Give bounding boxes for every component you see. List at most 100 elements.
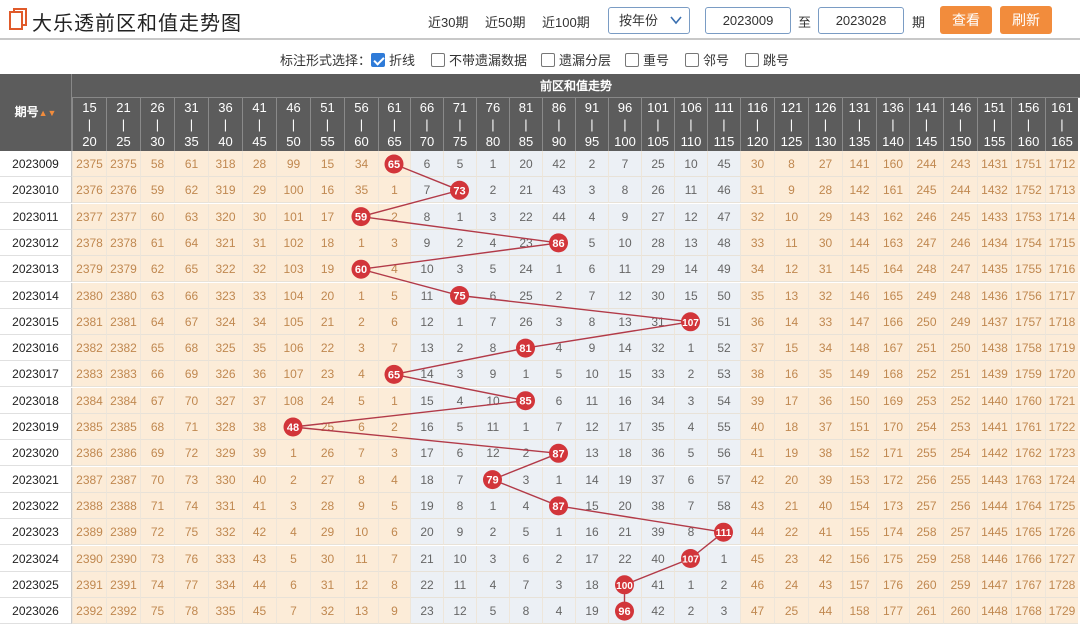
checkbox[interactable] (685, 53, 699, 67)
missing-count-cell: 4 (344, 361, 378, 388)
checkbox[interactable] (745, 53, 759, 67)
refresh-button[interactable]: 刷新 (1000, 6, 1052, 34)
range-column-header: 131 | 135 (842, 98, 876, 151)
range-sep: | (590, 117, 594, 132)
missing-count-cell: 74 (140, 571, 174, 598)
option-skip-number[interactable]: 跳号 (745, 50, 789, 69)
missing-count-cell: 1438 (977, 335, 1011, 362)
start-issue-input[interactable]: 2023009 (705, 7, 791, 34)
missing-count-cell: 61 (174, 151, 208, 177)
range-column-header: 15 | 20 (72, 98, 106, 151)
missing-count-cell: 25 (641, 151, 674, 177)
missing-count-cell: 37 (740, 335, 774, 362)
missing-count-cell: 14 (575, 466, 608, 493)
missing-count-cell: 2380 (106, 282, 140, 309)
issue-cell: 2023026 (0, 598, 72, 625)
missing-count-cell: 151 (842, 414, 876, 440)
missing-count-cell: 23 (410, 598, 443, 625)
range-sep: | (425, 117, 429, 132)
missing-count-cell: 8 (575, 308, 608, 335)
missing-count-cell: 335 (208, 598, 242, 625)
missing-count-cell: 9 (476, 361, 509, 388)
missing-count-cell: 14 (774, 308, 808, 335)
range-high: 110 (680, 134, 702, 149)
missing-count-cell: 258 (909, 519, 943, 546)
missing-count-cell: 325 (208, 335, 242, 362)
range-high: 75 (452, 134, 468, 149)
range-column-header: 46 | 50 (276, 98, 310, 151)
issue-column-header[interactable]: 期号▲▼ (0, 74, 72, 151)
hit-value-cell (476, 466, 509, 493)
missing-count-cell: 12 (575, 414, 608, 440)
missing-count-cell: 1763 (1011, 466, 1045, 493)
missing-count-cell: 101 (276, 203, 310, 230)
checkbox[interactable] (625, 53, 639, 67)
missing-count-cell: 244 (909, 151, 943, 177)
option-repeat-number[interactable]: 重号 (625, 50, 669, 69)
range-sep: | (491, 117, 495, 132)
range-high: 70 (419, 134, 435, 149)
missing-count-cell: 59 (140, 177, 174, 204)
range-high: 160 (1017, 134, 1040, 149)
missing-count-cell: 17 (608, 414, 641, 440)
missing-count-cell: 319 (208, 177, 242, 204)
option-adjacent-number[interactable]: 邻号 (685, 50, 729, 69)
missing-count-cell: 7 (410, 177, 443, 204)
period-30-link[interactable]: 近30期 (428, 12, 468, 31)
query-button[interactable]: 查看 (940, 6, 992, 34)
missing-count-cell: 2383 (106, 361, 140, 388)
missing-count-cell: 5 (575, 229, 608, 256)
missing-count-cell: 72 (174, 440, 208, 467)
range-high: 65 (387, 134, 402, 149)
missing-count-cell: 70 (174, 387, 208, 414)
missing-count-cell: 1756 (1011, 282, 1045, 309)
missing-count-cell: 2381 (72, 308, 106, 335)
checkbox[interactable] (431, 53, 445, 67)
option-polyline[interactable]: 折线 (371, 50, 415, 69)
missing-count-cell: 26 (310, 440, 344, 467)
missing-count-cell: 28 (808, 177, 842, 204)
missing-count-cell: 31 (310, 571, 344, 598)
missing-count-cell: 1721 (1045, 387, 1078, 414)
missing-count-cell: 34 (740, 256, 774, 283)
missing-count-cell: 1 (443, 308, 476, 335)
option-missing-layers[interactable]: 遗漏分层 (541, 50, 611, 69)
range-low: 71 (452, 100, 468, 115)
missing-count-cell: 163 (876, 229, 909, 256)
missing-count-cell: 256 (943, 492, 977, 519)
period-50-link[interactable]: 近50期 (485, 12, 525, 31)
missing-count-cell: 20 (774, 466, 808, 493)
missing-count-cell: 331 (208, 492, 242, 519)
missing-count-cell: 2385 (72, 414, 106, 440)
checkbox[interactable] (541, 53, 555, 67)
end-issue-input[interactable]: 2023028 (818, 7, 904, 34)
missing-count-cell: 2382 (106, 335, 140, 362)
missing-count-cell: 15 (608, 361, 641, 388)
document-icon (9, 8, 27, 30)
option-no-missing-data[interactable]: 不带遗漏数据 (431, 50, 527, 69)
missing-count-cell: 1 (509, 414, 542, 440)
missing-count-cell: 1716 (1045, 256, 1078, 283)
missing-count-cell: 1 (344, 229, 378, 256)
missing-count-cell: 39 (641, 519, 674, 546)
missing-count-cell: 1432 (977, 177, 1011, 204)
hit-value-cell (542, 440, 575, 467)
missing-count-cell: 69 (174, 361, 208, 388)
period-mode-select[interactable]: 按年份 (608, 7, 690, 34)
missing-count-cell: 1715 (1045, 229, 1078, 256)
missing-count-cell: 3 (509, 466, 542, 493)
checkbox[interactable] (371, 53, 385, 67)
missing-count-cell: 30 (740, 151, 774, 177)
missing-count-cell: 252 (909, 361, 943, 388)
missing-count-cell: 2378 (106, 229, 140, 256)
missing-count-cell: 40 (808, 492, 842, 519)
range-low: 31 (184, 100, 199, 115)
missing-count-cell: 37 (242, 387, 276, 414)
range-low: 146 (949, 100, 972, 115)
issue-cell: 2023019 (0, 414, 72, 440)
sort-icon[interactable]: ▲▼ (39, 108, 57, 118)
option-label: 折线 (389, 53, 416, 68)
range-sep: | (891, 117, 895, 132)
range-low: 131 (848, 100, 871, 115)
period-100-link[interactable]: 近100期 (542, 12, 590, 31)
